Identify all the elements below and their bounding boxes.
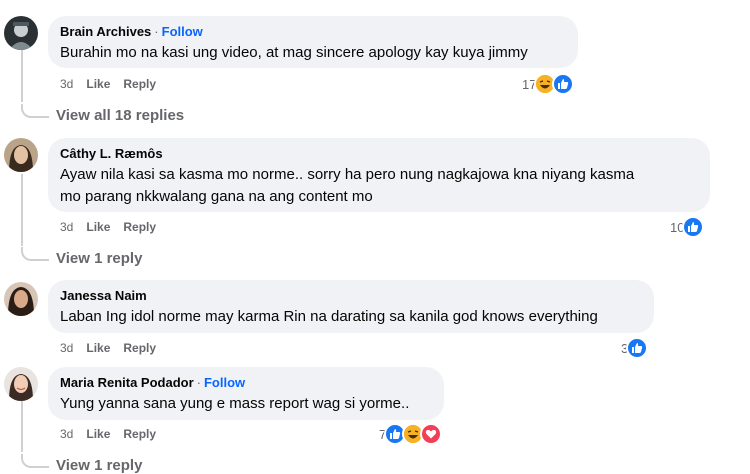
follow-button[interactable]: Follow: [204, 375, 245, 390]
reply-button[interactable]: Reply: [123, 220, 156, 234]
avatar[interactable]: [4, 138, 38, 172]
view-replies-link[interactable]: View 1 reply: [56, 457, 142, 474]
like-button[interactable]: Like: [86, 77, 110, 91]
reaction-summary[interactable]: 3: [621, 337, 649, 359]
comment-author[interactable]: Brain Archives: [60, 24, 151, 39]
comment-actions: 3d Like Reply: [60, 341, 169, 355]
comment-actions: 3d Like Reply: [60, 77, 169, 91]
comment-actions: 3d Like Reply: [60, 220, 169, 234]
comment-author[interactable]: Câthy L. Ræmôs: [60, 146, 163, 161]
reply-button[interactable]: Reply: [123, 427, 156, 441]
reaction-summary[interactable]: 7: [379, 423, 443, 445]
like-button[interactable]: Like: [86, 427, 110, 441]
thread-line: [21, 400, 23, 452]
comment-author[interactable]: Janessa Naim: [60, 288, 147, 303]
thread-line: [21, 50, 23, 102]
thread-elbow: [21, 247, 49, 261]
view-replies-link[interactable]: View all 18 replies: [56, 107, 184, 124]
like-button[interactable]: Like: [86, 341, 110, 355]
reply-button[interactable]: Reply: [123, 341, 156, 355]
comment-bubble: Maria Renita Podador · Follow Yung yanna s…: [48, 367, 444, 420]
comment-text: Laban Ing idol norme may karma Rin na da…: [60, 308, 598, 325]
comment-bubble: Brain Archives · Follow Burahin mo na kasi…: [48, 16, 578, 68]
like-button[interactable]: Like: [86, 220, 110, 234]
thread-line: [21, 174, 23, 246]
comment-author[interactable]: Maria Renita Podador: [60, 375, 194, 390]
comment-text: mo parang nkkwalang gana na ang content …: [60, 188, 373, 205]
view-replies-link[interactable]: View 1 reply: [56, 250, 142, 267]
like-icon: [626, 337, 649, 359]
like-icon: [552, 73, 575, 95]
comment-time[interactable]: 3d: [60, 427, 73, 441]
comment-bubble: Janessa Naim Laban Ing idol norme may ka…: [48, 280, 654, 333]
comment-text: Ayaw nila kasi sa kasma mo norme.. sorry…: [60, 166, 635, 183]
comment-time[interactable]: 3d: [60, 341, 73, 355]
avatar[interactable]: [4, 16, 38, 50]
comment-bubble: Câthy L. Ræmôs Ayaw nila kasi sa kasma m…: [48, 138, 710, 212]
comment-actions: 3d Like Reply: [60, 427, 169, 441]
love-icon: [420, 423, 443, 445]
thread-elbow: [21, 454, 49, 468]
reaction-summary[interactable]: 17: [522, 73, 575, 95]
comment-text: Yung yanna sana yung e mass report wag s…: [60, 395, 410, 412]
reaction-summary[interactable]: 10: [670, 216, 705, 238]
comment-text: Burahin mo na kasi ung video, at mag sin…: [60, 44, 528, 61]
avatar[interactable]: [4, 282, 38, 316]
comment-time[interactable]: 3d: [60, 77, 73, 91]
follow-button[interactable]: Follow: [162, 24, 203, 39]
reply-button[interactable]: Reply: [123, 77, 156, 91]
comment-time[interactable]: 3d: [60, 220, 73, 234]
thread-elbow: [21, 104, 49, 118]
avatar[interactable]: [4, 367, 38, 401]
like-icon: [682, 216, 705, 238]
